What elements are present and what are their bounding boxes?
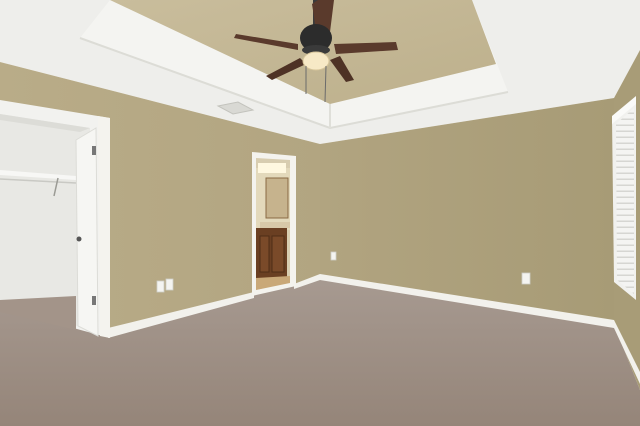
bathroom-mirror [265, 177, 289, 219]
bedroom-photo [0, 0, 640, 426]
window-blinds[interactable] [612, 96, 636, 300]
closet [0, 100, 110, 338]
bathroom-doorway[interactable] [252, 152, 296, 296]
outlet [156, 280, 165, 293]
fan-light [302, 51, 330, 71]
door-knob[interactable] [76, 236, 82, 242]
door-hinge [92, 146, 96, 155]
outlet [521, 272, 531, 285]
outlet [165, 278, 174, 291]
outlet [330, 251, 337, 261]
bathroom-light [258, 163, 286, 173]
bedroom-scene [0, 0, 640, 426]
door-hinge [92, 296, 96, 305]
